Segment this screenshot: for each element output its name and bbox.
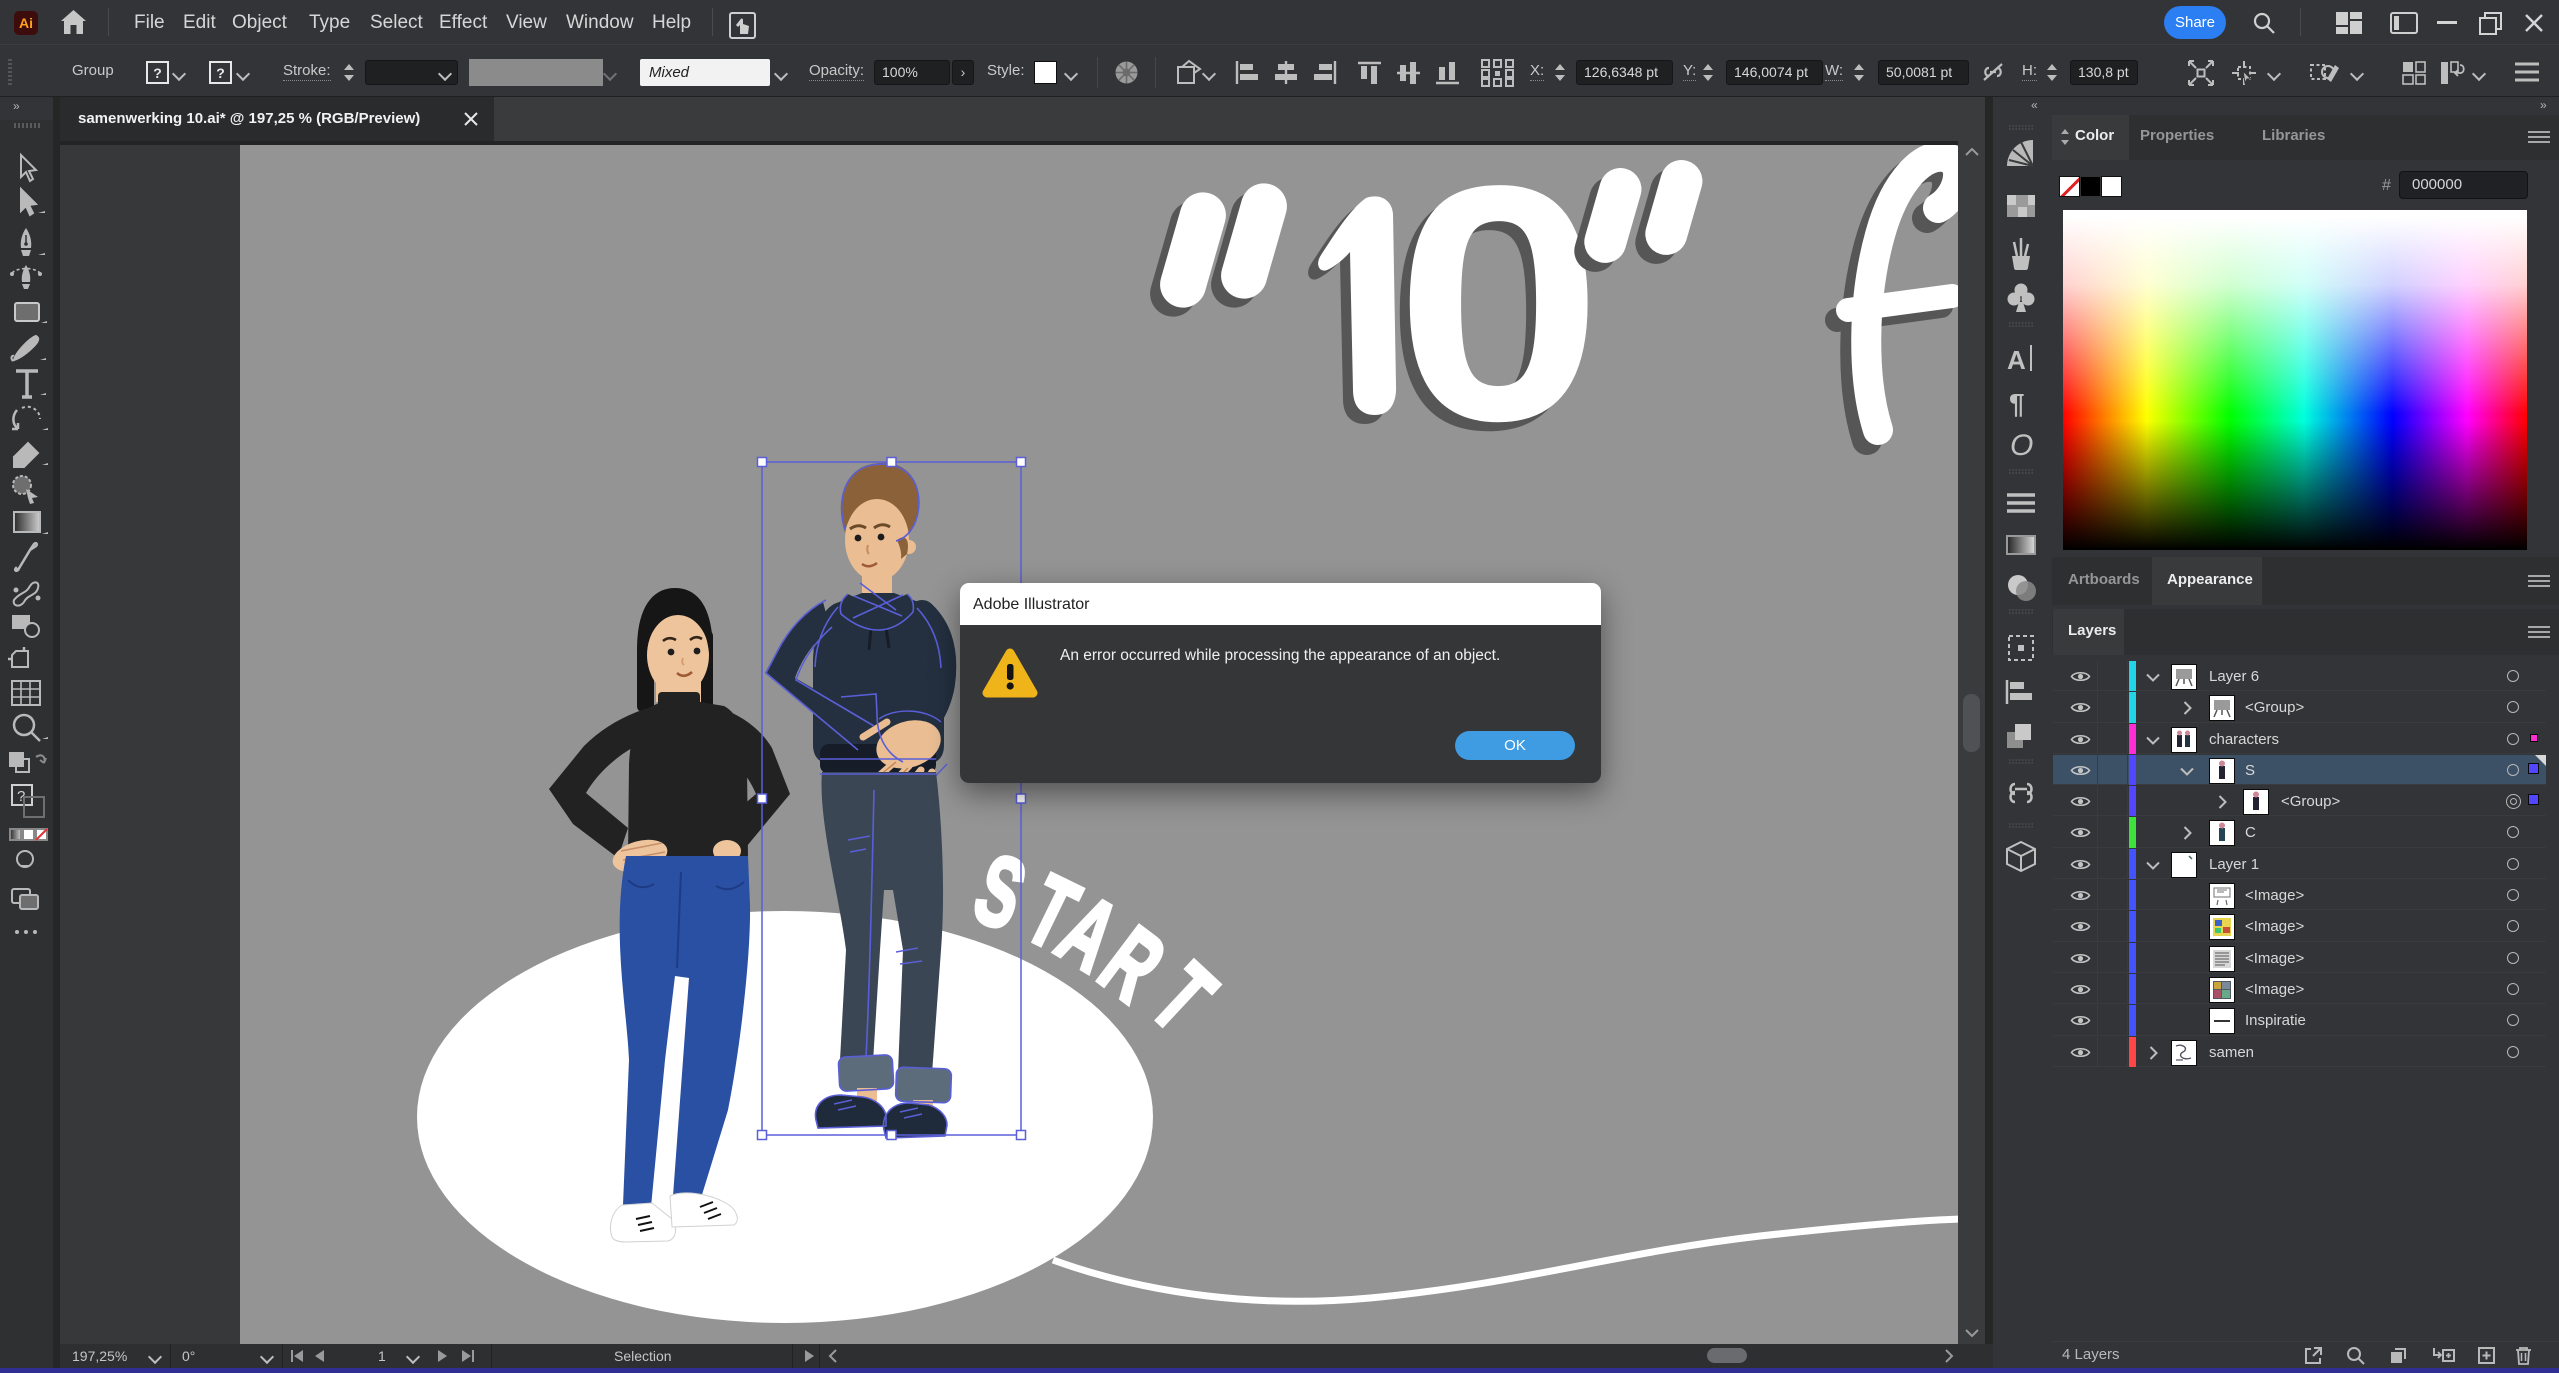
svg-text:0: 0 xyxy=(1395,141,1603,491)
svg-text:A: A xyxy=(2007,345,2026,375)
svg-text:¶: ¶ xyxy=(2009,388,2025,419)
svg-text:O: O xyxy=(2010,429,2033,462)
